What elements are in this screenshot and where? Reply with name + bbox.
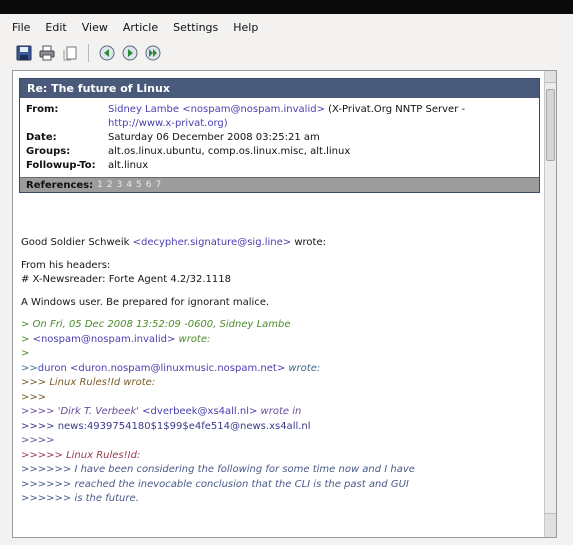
- quote-wrote: wrote in: [257, 406, 302, 417]
- header-fields: From: Sidney Lambe <nospam@nospam.invali…: [20, 98, 539, 177]
- quote-line: >>>: [21, 391, 47, 403]
- scrollbar-thumb[interactable]: [546, 89, 555, 161]
- date-label: Date:: [26, 132, 57, 143]
- reference-link[interactable]: 1: [97, 180, 103, 190]
- menu-article[interactable]: Article: [123, 21, 158, 34]
- print-button[interactable]: [37, 43, 57, 63]
- reference-link[interactable]: 6: [146, 180, 152, 190]
- body-line: # X-Newsreader: Forte Agent 4.2/32.1118: [21, 274, 231, 285]
- references-bar: References: 1 2 3 4 5 6 7: [20, 177, 539, 192]
- followup-label: Followup-To:: [26, 160, 96, 171]
- attribution-line: Good Soldier Schweik <decypher.signature…: [21, 236, 536, 251]
- article-subject: Re: The future of Linux: [20, 79, 539, 98]
- date-value: Saturday 06 December 2008 03:25:21 am: [108, 132, 320, 143]
- save-button[interactable]: [14, 43, 34, 63]
- print-icon: [39, 45, 55, 61]
- next-article-button[interactable]: [120, 43, 140, 63]
- quote-line: >>duron <duron.nospam@linuxmusic.nospam.…: [21, 362, 536, 377]
- copy-icon: [63, 46, 77, 61]
- title-bar: [0, 0, 573, 14]
- save-icon: [16, 45, 32, 61]
- quote-wrote: wrote:: [175, 333, 211, 345]
- menu-view[interactable]: View: [82, 21, 108, 34]
- toolbar-separator: [88, 44, 89, 62]
- article-body: Good Soldier Schweik <decypher.signature…: [21, 236, 536, 507]
- followup-value: alt.linux: [108, 160, 149, 171]
- quote-line: > <nospam@nospam.invalid> wrote:: [21, 333, 536, 348]
- from-address-link[interactable]: <nospam@nospam.invalid>: [182, 104, 325, 115]
- reference-link[interactable]: 2: [107, 180, 113, 190]
- quote-address-link[interactable]: <dverbeek@xs4all.nl>: [142, 406, 257, 417]
- vertical-scrollbar[interactable]: [544, 71, 556, 537]
- from-server-text: (X-Privat.Org NNTP Server -: [324, 104, 466, 115]
- menu-edit[interactable]: Edit: [45, 21, 66, 34]
- quote-line: >>>>: [21, 435, 55, 446]
- from-url-link[interactable]: http://www.x-privat.org): [108, 118, 228, 129]
- attribution-address-link[interactable]: <decypher.signature@sig.line>: [133, 237, 292, 248]
- reference-link[interactable]: 4: [126, 180, 132, 190]
- from-value: Sidney Lambe <nospam@nospam.invalid> (X-…: [108, 103, 533, 131]
- copy-button[interactable]: [60, 43, 80, 63]
- scroll-up-button[interactable]: [545, 71, 556, 83]
- menu-settings[interactable]: Settings: [173, 21, 218, 34]
- from-name-link[interactable]: Sidney Lambe: [108, 104, 182, 115]
- quote-wrote: wrote:: [285, 362, 321, 374]
- attribution-author: Good Soldier Schweik: [21, 237, 133, 248]
- header-followup-row: Followup-To: alt.linux: [26, 159, 533, 173]
- quote-line: >: [21, 348, 30, 359]
- from-label: From:: [26, 104, 59, 115]
- header-date-row: Date: Saturday 06 December 2008 03:25:21…: [26, 131, 533, 145]
- quote-line: >>>>> Linux Rules!Id:: [21, 449, 141, 461]
- header-from-row: From: Sidney Lambe <nospam@nospam.invali…: [26, 103, 533, 131]
- reference-link[interactable]: 3: [117, 180, 123, 190]
- reference-link[interactable]: 7: [156, 180, 162, 190]
- menu-help[interactable]: Help: [233, 21, 258, 34]
- quote-prefix: >: [21, 333, 33, 345]
- next-unread-button[interactable]: [143, 43, 163, 63]
- quote-prefix: >>>> 'Dirk T. Verbeek': [21, 406, 143, 417]
- groups-label: Groups:: [26, 146, 71, 157]
- next-unread-icon: [145, 45, 161, 61]
- groups-value: alt.os.linux.ubuntu, comp.os.linux.misc,…: [108, 146, 351, 157]
- quote-address-link[interactable]: <nospam@nospam.invalid>: [33, 334, 176, 345]
- article-view[interactable]: Re: The future of Linux From: Sidney Lam…: [12, 70, 557, 538]
- toolbar: [14, 40, 163, 66]
- header-groups-row: Groups: alt.os.linux.ubuntu, comp.os.lin…: [26, 145, 533, 159]
- attribution-wrote: wrote:: [291, 237, 326, 248]
- quote-line: >>>> news:4939754180$1$99$e4fe514@news.x…: [21, 420, 311, 432]
- next-article-icon: [122, 45, 138, 61]
- references-label: References:: [26, 179, 94, 191]
- quote-prefix: >>: [21, 362, 38, 374]
- quote-line: >>> Linux Rules!Id wrote:: [21, 377, 156, 388]
- newsreader-window: File Edit View Article Settings Help Re:…: [0, 0, 573, 545]
- menu-file[interactable]: File: [12, 21, 30, 34]
- menu-bar: File Edit View Article Settings Help: [12, 16, 258, 38]
- body-line: A Windows user. Be prepared for ignorant…: [21, 296, 270, 308]
- quote-line: >>>>>> reached the inevocable conclusion…: [21, 478, 409, 490]
- reference-link[interactable]: 5: [136, 180, 142, 190]
- body-line: From his headers:: [21, 259, 111, 271]
- quote-line: > On Fri, 05 Dec 2008 13:52:09 -0600, Si…: [21, 319, 291, 330]
- previous-article-button[interactable]: [97, 43, 117, 63]
- quote-line: >>>>>> is the future.: [21, 493, 139, 504]
- quote-line: >>>> 'Dirk T. Verbeek' <dverbeek@xs4all.…: [21, 405, 536, 420]
- article-header: Re: The future of Linux From: Sidney Lam…: [19, 78, 540, 193]
- scroll-down-button[interactable]: [545, 513, 556, 537]
- previous-article-icon: [99, 45, 115, 61]
- quote-address-link[interactable]: duron <duron.nospam@linuxmusic.nospam.ne…: [38, 363, 285, 374]
- quote-line: >>>>>> I have been considering the follo…: [21, 464, 415, 475]
